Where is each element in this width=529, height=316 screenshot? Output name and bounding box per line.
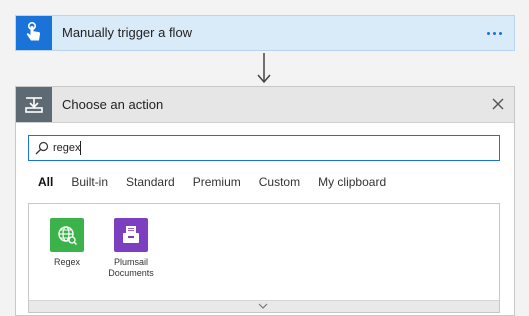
tab-built-in[interactable]: Built-in xyxy=(71,175,108,195)
connector-label: Regex xyxy=(53,257,80,267)
hand-tap-icon xyxy=(26,22,41,41)
more-dot xyxy=(492,31,496,35)
tab-premium[interactable]: Premium xyxy=(193,175,241,195)
connector-plumsail-documents[interactable]: Plumsail Documents xyxy=(101,218,161,279)
trigger-card[interactable]: Manually trigger a flow xyxy=(15,15,515,51)
tab-all[interactable]: All xyxy=(38,175,53,195)
search-input[interactable] xyxy=(53,138,483,158)
plumsail-tile xyxy=(114,218,148,252)
text-caret xyxy=(80,141,81,155)
globe-search-icon xyxy=(58,226,78,246)
regex-tile xyxy=(50,218,84,252)
action-picker-header: Choose an action xyxy=(16,87,514,123)
connector-regex[interactable]: Regex xyxy=(37,218,97,268)
trigger-title: Manually trigger a flow xyxy=(62,25,193,40)
tab-custom[interactable]: Custom xyxy=(259,175,300,195)
more-options-button[interactable] xyxy=(484,23,504,43)
more-dot xyxy=(498,31,502,35)
connector-results-panel: Regex Plumsail Documents xyxy=(28,203,500,313)
search-icon xyxy=(35,141,49,155)
show-more-bar[interactable] xyxy=(29,300,499,312)
more-dot xyxy=(486,31,490,35)
file-drawer-icon xyxy=(123,226,139,243)
action-picker-title: Choose an action xyxy=(62,97,164,112)
tab-my-clipboard[interactable]: My clipboard xyxy=(318,175,386,195)
trigger-icon-box xyxy=(16,16,52,50)
connector-label: Plumsail Documents xyxy=(108,257,154,278)
action-picker-card: Choose an action All Built-in Standard P… xyxy=(15,86,515,316)
search-field[interactable] xyxy=(28,135,500,161)
action-step-icon xyxy=(25,96,43,113)
flow-connector-arrow xyxy=(257,53,271,84)
tab-standard[interactable]: Standard xyxy=(126,175,175,195)
chevron-down-icon[interactable] xyxy=(258,302,268,310)
action-icon-box xyxy=(16,87,52,122)
close-icon[interactable] xyxy=(490,96,506,112)
connector-category-tabs: All Built-in Standard Premium Custom My … xyxy=(38,175,386,195)
